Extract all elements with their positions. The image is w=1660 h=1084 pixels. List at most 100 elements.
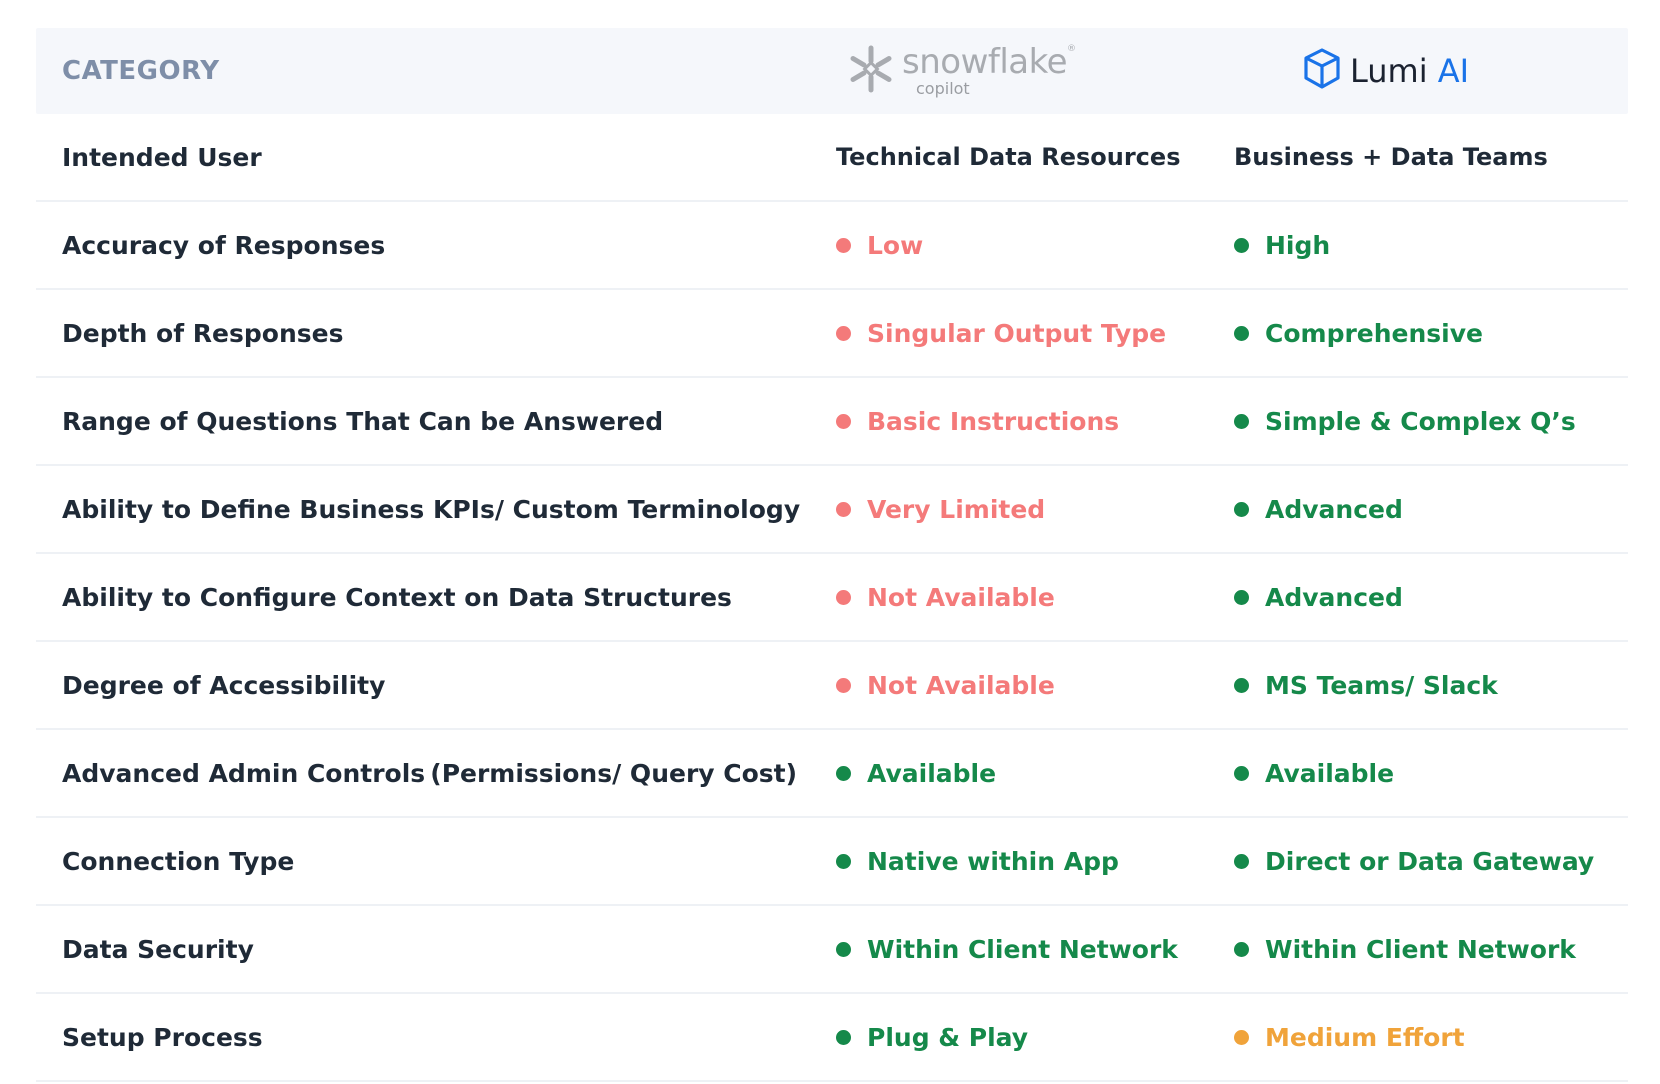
snowflake-status-value: Basic Instructions xyxy=(836,407,1220,436)
lumi-value-cell: Simple & Complex Q’s xyxy=(1220,407,1628,436)
lumi-value-text: MS Teams/ Slack xyxy=(1265,670,1498,700)
lumi-value-cell: Advanced xyxy=(1220,495,1628,524)
snowflake-status-value: Within Client Network xyxy=(836,935,1220,964)
table-row: Ability to Define Business KPIs/ Custom … xyxy=(36,466,1628,554)
dot-icon xyxy=(1234,1029,1249,1045)
snowflake-value-cell: Technical Data Resources xyxy=(824,143,1220,171)
lumi-status-value: MS Teams/ Slack xyxy=(1234,671,1628,700)
snowflake-status-value: Native within App xyxy=(836,847,1220,876)
lumi-value-cell: High xyxy=(1220,231,1628,260)
snowflake-status-value: Plug & Play xyxy=(836,1023,1220,1052)
category-label: Connection Type xyxy=(62,846,295,876)
dot-icon xyxy=(836,589,851,605)
lumi-value-cell: Advanced xyxy=(1220,583,1628,612)
category-cell: Depth of Responses xyxy=(36,319,824,348)
table-header: CATEGORY snowflake® copilot Lumi AI xyxy=(36,28,1628,114)
snowflake-status-value: Singular Output Type xyxy=(836,319,1220,348)
snowflake-wordmark: snowflake® copilot xyxy=(902,42,1076,98)
dot-icon xyxy=(1234,677,1249,693)
category-label: Range of Questions That Can be Answered xyxy=(62,406,664,436)
lumi-value-cell: MS Teams/ Slack xyxy=(1220,671,1628,700)
category-cell: Data Security xyxy=(36,935,824,964)
snowflake-icon xyxy=(846,44,896,98)
dot-icon xyxy=(836,413,851,429)
snowflake-status-value: Very Limited xyxy=(836,495,1220,524)
table-row: Ability to Configure Context on Data Str… xyxy=(36,554,1628,642)
category-cell: Accuracy of Responses xyxy=(36,231,824,260)
snowflake-value-text: Native within App xyxy=(867,846,1119,876)
lumi-value-cell: Business + Data Teams xyxy=(1220,143,1628,171)
lumi-value-text: High xyxy=(1265,230,1331,260)
snowflake-value-cell: Native within App xyxy=(824,847,1220,876)
dot-icon xyxy=(1234,413,1249,429)
category-label: Data Security xyxy=(62,934,254,964)
snowflake-value-cell: Within Client Network xyxy=(824,935,1220,964)
category-cell: Degree of Accessibility xyxy=(36,671,824,700)
snowflake-value-cell: Plug & Play xyxy=(824,1023,1220,1052)
lumi-value-text: Business + Data Teams xyxy=(1234,143,1548,171)
category-label: Ability to Define Business KPIs/ Custom … xyxy=(62,494,801,524)
lumi-value-text: Medium Effort xyxy=(1265,1022,1465,1052)
header-category-label: CATEGORY xyxy=(62,56,220,86)
snowflake-value-text: Not Available xyxy=(867,582,1055,612)
lumi-value-cell: Available xyxy=(1220,759,1628,788)
snowflake-status-value: Not Available xyxy=(836,583,1220,612)
lumi-status-value: Medium Effort xyxy=(1234,1023,1628,1052)
table-row: Data Security Within Client Network Within… xyxy=(36,906,1628,994)
dot-icon xyxy=(1234,325,1249,341)
snowflake-value-cell: Not Available xyxy=(824,583,1220,612)
comparison-table: CATEGORY snowflake® copilot Lumi AI Inte… xyxy=(36,28,1628,1082)
snowflake-value-text: Not Available xyxy=(867,670,1055,700)
snowflake-value-text: Low xyxy=(867,230,924,260)
snowflake-value-cell: Basic Instructions xyxy=(824,407,1220,436)
header-category-cell: CATEGORY xyxy=(36,56,824,86)
lumi-status-value: Comprehensive xyxy=(1234,319,1628,348)
snowflake-value-text: Very Limited xyxy=(867,494,1046,524)
dot-icon xyxy=(836,1029,851,1045)
table-row: Depth of Responses Singular Output Type Co… xyxy=(36,290,1628,378)
lumi-value-text: Simple & Complex Q’s xyxy=(1265,406,1576,436)
lumi-status-value: Advanced xyxy=(1234,583,1628,612)
category-cell: Setup Process xyxy=(36,1023,824,1052)
snowflake-value-cell: Available xyxy=(824,759,1220,788)
dot-icon xyxy=(1234,589,1249,605)
lumi-status-value: Direct or Data Gateway xyxy=(1234,847,1628,876)
snowflake-value-text: Basic Instructions xyxy=(867,406,1120,436)
snowflake-status-value: Available xyxy=(836,759,1220,788)
category-label: Setup Process xyxy=(62,1022,263,1052)
lumi-status-value: Available xyxy=(1234,759,1628,788)
snowflake-value-cell: Singular Output Type xyxy=(824,319,1220,348)
dot-icon xyxy=(836,677,851,693)
category-cell: Advanced Admin Controls (Permissions/ Qu… xyxy=(36,759,824,788)
lumi-value-text: Comprehensive xyxy=(1265,318,1484,348)
snowflake-value-text: Within Client Network xyxy=(867,934,1178,964)
dot-icon xyxy=(836,941,851,957)
lumi-value-text: Direct or Data Gateway xyxy=(1265,846,1595,876)
lumi-value-cell: Direct or Data Gateway xyxy=(1220,847,1628,876)
snowflake-status-value: Not Available xyxy=(836,671,1220,700)
snowflake-status-value: Low xyxy=(836,231,1220,260)
dot-icon xyxy=(836,237,851,253)
snowflake-value-text: Plug & Play xyxy=(867,1022,1029,1052)
dot-icon xyxy=(836,765,851,781)
dot-icon xyxy=(1234,853,1249,869)
lumi-value-text: Available xyxy=(1265,758,1395,788)
dot-icon xyxy=(1234,237,1249,253)
category-cell: Range of Questions That Can be Answered xyxy=(36,407,824,436)
lumi-value-text: Advanced xyxy=(1265,494,1403,524)
category-cell: Ability to Configure Context on Data Str… xyxy=(36,583,824,612)
snowflake-value-text: Singular Output Type xyxy=(867,318,1167,348)
lumi-status-value: Within Client Network xyxy=(1234,935,1628,964)
snowflake-copilot-logo: snowflake® copilot xyxy=(836,44,1220,98)
category-label: Advanced Admin Controls xyxy=(62,758,426,788)
dot-icon xyxy=(1234,765,1249,781)
category-label: Ability to Configure Context on Data Str… xyxy=(62,582,732,612)
category-cell: Connection Type xyxy=(36,847,824,876)
snowflake-value-text: Available xyxy=(867,758,997,788)
dot-icon xyxy=(836,853,851,869)
lumi-ai-logo: Lumi AI xyxy=(1234,47,1628,95)
dot-icon xyxy=(836,325,851,341)
category-cell: Intended User xyxy=(36,143,824,172)
snowflake-value-cell: Not Available xyxy=(824,671,1220,700)
category-label: Depth of Responses xyxy=(62,318,344,348)
